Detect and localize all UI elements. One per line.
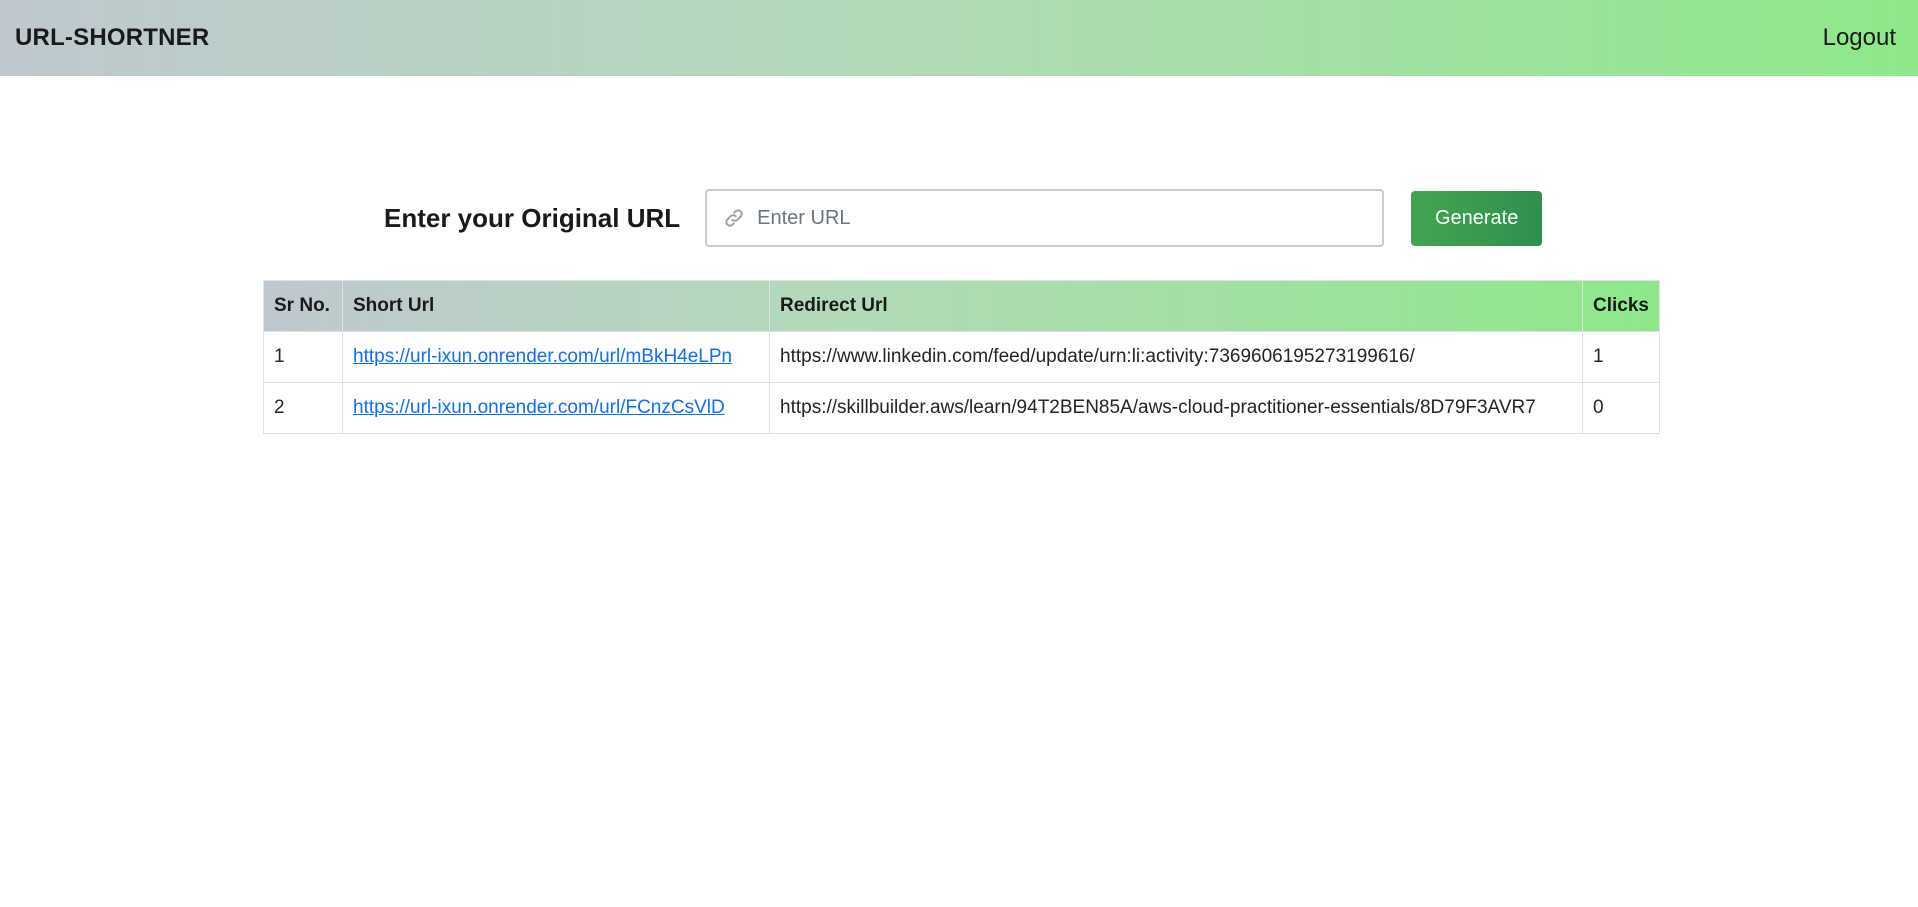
table-row: 2 https://url-ixun.onrender.com/url/FCnz… bbox=[263, 382, 1660, 434]
link-icon bbox=[723, 207, 745, 229]
url-input[interactable] bbox=[755, 205, 1360, 231]
header-clicks: Clicks bbox=[1582, 280, 1660, 332]
url-input-wrapper[interactable] bbox=[705, 189, 1385, 247]
cell-short-url: https://url-ixun.onrender.com/url/FCnzCs… bbox=[342, 382, 770, 434]
short-url-link[interactable]: https://url-ixun.onrender.com/url/FCnzCs… bbox=[353, 397, 725, 418]
header-sr-no: Sr No. bbox=[263, 280, 343, 332]
table-header-row: Sr No. Short Url Redirect Url Clicks bbox=[263, 280, 1660, 332]
brand-title[interactable]: URL-SHORTNER bbox=[15, 24, 209, 52]
logout-link[interactable]: Logout bbox=[1823, 24, 1896, 52]
top-navbar: URL-SHORTNER Logout bbox=[0, 0, 1918, 76]
generate-button[interactable]: Generate bbox=[1411, 190, 1543, 246]
header-short-url: Short Url bbox=[342, 280, 770, 332]
cell-sr-no: 1 bbox=[263, 331, 343, 383]
cell-clicks: 0 bbox=[1582, 382, 1660, 434]
short-url-link[interactable]: https://url-ixun.onrender.com/url/mBkH4e… bbox=[353, 346, 732, 367]
cell-short-url: https://url-ixun.onrender.com/url/mBkH4e… bbox=[342, 331, 770, 383]
cell-redirect-url: https://www.linkedin.com/feed/update/urn… bbox=[769, 331, 1583, 383]
url-form-label: Enter your Original URL bbox=[384, 202, 681, 233]
table-row: 1 https://url-ixun.onrender.com/url/mBkH… bbox=[263, 331, 1660, 383]
url-form: Enter your Original URL Generate bbox=[384, 189, 1543, 247]
header-redirect-url: Redirect Url bbox=[769, 280, 1583, 332]
cell-redirect-url: https://skillbuilder.aws/learn/94T2BEN85… bbox=[769, 382, 1583, 434]
urls-table: Sr No. Short Url Redirect Url Clicks 1 h… bbox=[263, 280, 1660, 434]
cell-sr-no: 2 bbox=[263, 382, 343, 434]
cell-clicks: 1 bbox=[1582, 331, 1660, 383]
